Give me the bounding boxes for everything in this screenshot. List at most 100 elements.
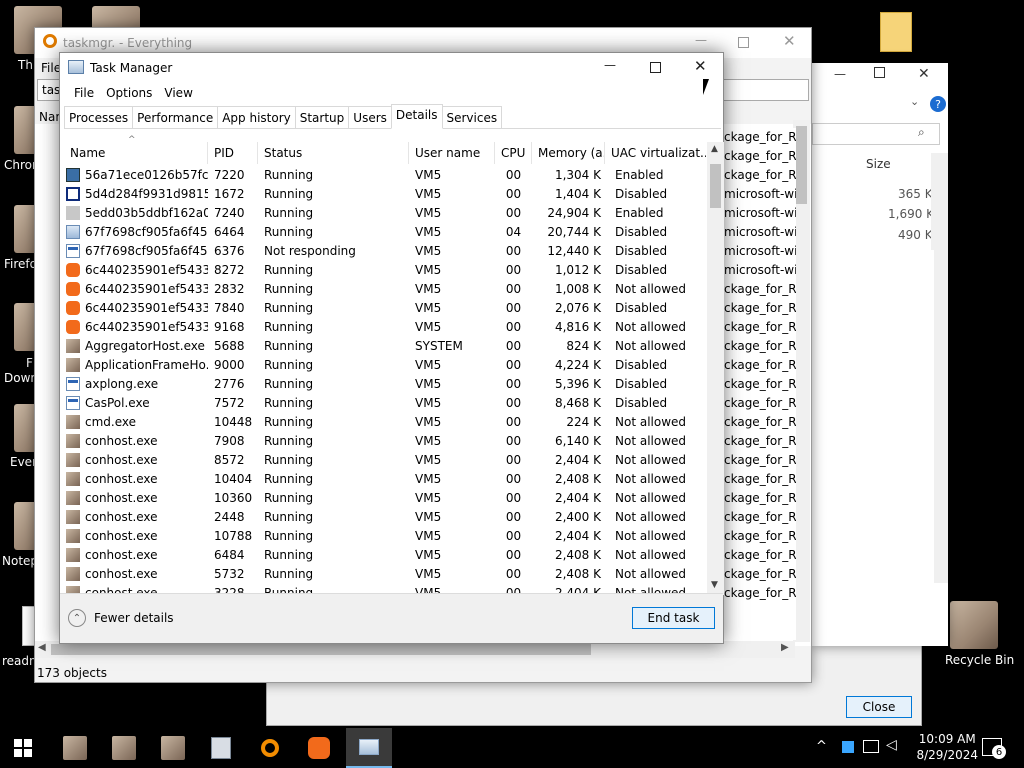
process-row[interactable]: 6c440235901ef54331... 2832 Running VM5 0… [64, 279, 706, 298]
background-result-line: microsoft-winc [724, 206, 796, 220]
process-row[interactable]: 6c440235901ef54331... 9168 Running VM5 0… [64, 317, 706, 336]
col-memory[interactable]: Memory (a... [532, 142, 605, 164]
taskbar-app-4[interactable] [206, 734, 236, 762]
tab-performance[interactable]: Performance [132, 106, 219, 128]
process-row[interactable]: axplong.exe 2776 Running VM5 00 5,396 K … [64, 374, 706, 393]
process-name: conhost.exe [85, 566, 158, 581]
process-row[interactable]: conhost.exe 10360 Running VM5 00 2,404 K… [64, 488, 706, 507]
process-row[interactable]: AggregatorHost.exe 5688 Running SYSTEM 0… [64, 336, 706, 355]
process-row[interactable]: conhost.exe 7908 Running VM5 00 6,140 K … [64, 431, 706, 450]
taskmgr-maximize-icon[interactable] [650, 62, 661, 73]
process-row[interactable]: 5d4d284f9931d98156... 1672 Running VM5 0… [64, 184, 706, 203]
everything-search-icon [261, 739, 279, 757]
menu-options[interactable]: Options [100, 83, 158, 105]
col-pid[interactable]: PID [208, 142, 258, 164]
taskbar-clock[interactable]: 10:09 AM 8/29/2024 [916, 731, 978, 763]
details-vscrollbar[interactable]: ▲ ▼ [707, 142, 724, 595]
help-icon[interactable]: ? [930, 96, 946, 112]
everything-close-icon[interactable]: ✕ [783, 32, 796, 50]
process-row[interactable]: conhost.exe 10788 Running VM5 00 2,404 K… [64, 526, 706, 545]
process-name: AggregatorHost.exe [85, 338, 205, 353]
taskmgr-close-icon[interactable]: ✕ [694, 57, 707, 75]
fewer-details-button[interactable]: ⌃ Fewer details [68, 609, 174, 627]
tab-details[interactable]: Details [390, 104, 443, 129]
menu-file[interactable]: File [68, 83, 100, 105]
process-row[interactable]: 6c440235901ef54331... 8272 Running VM5 0… [64, 260, 706, 279]
process-row[interactable]: 5edd03b5ddbf162a0... 7240 Running VM5 00… [64, 203, 706, 222]
folder-icon[interactable] [880, 12, 912, 52]
scroll-right-icon[interactable]: ▶ [781, 642, 789, 653]
background-result-line: ckage_for_Rol [724, 339, 796, 353]
tray-app-icon[interactable] [842, 741, 854, 753]
process-cpu: 00 [505, 395, 522, 410]
start-button[interactable] [8, 734, 38, 762]
explorer-close-icon[interactable]: ✕ [918, 66, 930, 82]
explorer-maximize-icon[interactable] [874, 67, 885, 78]
process-row[interactable]: ApplicationFrameHo... 9000 Running VM5 0… [64, 355, 706, 374]
process-user: VM5 [415, 224, 442, 239]
details-process-list[interactable]: 56a71ece0126b57fc7... 7220 Running VM5 0… [64, 165, 706, 595]
taskmgr-minimize-icon[interactable]: — [604, 58, 616, 72]
process-pid: 6484 [214, 547, 245, 562]
everything-maximize-icon[interactable] [738, 37, 749, 48]
process-row[interactable]: conhost.exe 6484 Running VM5 00 2,408 K … [64, 545, 706, 564]
process-row[interactable]: conhost.exe 2448 Running VM5 00 2,400 K … [64, 507, 706, 526]
task-manager-window: Task Manager — ✕ File Options View Proce… [59, 52, 724, 644]
process-name: 6c440235901ef54331... [85, 300, 208, 315]
taskbar-task-manager[interactable] [346, 728, 392, 768]
process-row[interactable]: 6c440235901ef54331... 7840 Running VM5 0… [64, 298, 706, 317]
action-center-button[interactable]: 6 [982, 738, 1006, 759]
process-name-cell: 6c440235901ef54331... [64, 262, 208, 277]
taskmgr-titlebar[interactable]: Task Manager — ✕ [60, 53, 723, 83]
expand-chevron-icon[interactable]: ⌄ [910, 95, 919, 108]
process-row[interactable]: conhost.exe 8572 Running VM5 00 2,404 K … [64, 450, 706, 469]
volume-muted-icon[interactable]: ◁ [886, 737, 897, 753]
show-hidden-icons-chevron-icon[interactable]: ^ [816, 739, 827, 754]
process-pid: 10448 [214, 414, 253, 429]
mouse-cursor-icon [703, 79, 709, 95]
scroll-up-icon[interactable]: ▲ [711, 144, 718, 154]
recycle-bin-icon[interactable] [950, 601, 998, 649]
tab-users[interactable]: Users [348, 106, 392, 128]
background-result-line: microsoft-winc [724, 225, 796, 239]
tab-services[interactable]: Services [441, 106, 503, 128]
taskbar-everything[interactable] [255, 734, 285, 762]
details-vscroll-thumb[interactable] [710, 164, 721, 208]
size-column-header[interactable]: Size [866, 157, 891, 171]
everything-minimize-icon[interactable]: — [695, 33, 707, 47]
scroll-left-icon[interactable]: ◀ [38, 642, 46, 653]
taskbar-app-6[interactable] [304, 734, 334, 762]
process-name-cell: 56a71ece0126b57fc7... [64, 167, 208, 182]
explorer-minimize-icon[interactable]: — [834, 67, 846, 81]
everything-vscroll-thumb[interactable] [796, 126, 807, 204]
taskbar-app-1[interactable] [60, 734, 90, 762]
process-name-cell: 6c440235901ef54331... [64, 281, 208, 296]
col-cpu[interactable]: CPU [495, 142, 532, 164]
process-row[interactable]: 67f7698cf905fa6f45d... 6464 Running VM5 … [64, 222, 706, 241]
process-row[interactable]: cmd.exe 10448 Running VM5 00 224 K Not a… [64, 412, 706, 431]
col-uac[interactable]: UAC virtualizat... [605, 142, 706, 164]
process-row[interactable]: 56a71ece0126b57fc7... 7220 Running VM5 0… [64, 165, 706, 184]
process-icon [66, 205, 80, 220]
col-status[interactable]: Status [258, 142, 409, 164]
taskbar-app-3[interactable] [158, 734, 188, 762]
menu-view[interactable]: View [158, 83, 198, 105]
dialog-close-button[interactable]: Close [846, 696, 912, 718]
scroll-down-icon[interactable]: ▼ [711, 580, 718, 590]
process-cpu: 00 [505, 205, 522, 220]
tab-app-history[interactable]: App history [217, 106, 296, 128]
network-icon[interactable] [863, 740, 879, 753]
process-status: Running [264, 338, 314, 353]
process-row[interactable]: 67f7698cf905fa6f45d... 6376 Not respondi… [64, 241, 706, 260]
process-row[interactable]: conhost.exe 5732 Running VM5 00 2,408 K … [64, 564, 706, 583]
end-task-button[interactable]: End task [632, 607, 715, 629]
process-memory: 224 K [566, 414, 601, 429]
process-row[interactable]: CasPol.exe 7572 Running VM5 00 8,468 K D… [64, 393, 706, 412]
tab-processes[interactable]: Processes [64, 106, 134, 128]
col-user-name[interactable]: User name [409, 142, 495, 164]
tab-startup[interactable]: Startup [294, 106, 350, 128]
process-row[interactable]: conhost.exe 10404 Running VM5 00 2,408 K… [64, 469, 706, 488]
col-name[interactable]: Name [64, 142, 208, 164]
taskbar-app-2[interactable] [109, 734, 139, 762]
everything-hscroll-thumb[interactable] [51, 644, 591, 655]
